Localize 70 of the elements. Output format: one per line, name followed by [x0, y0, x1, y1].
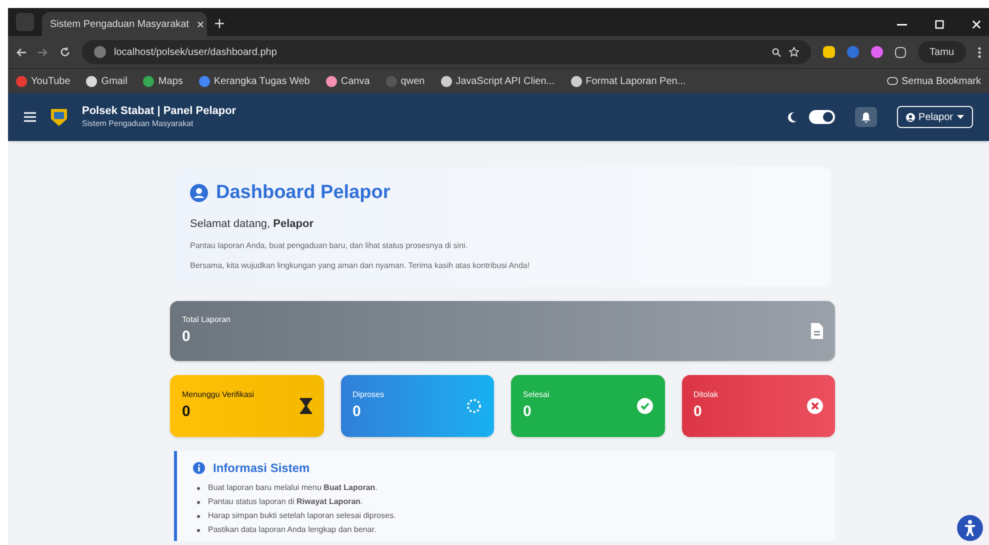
app-subtitle: Sistem Pengaduan Masyarakat	[82, 118, 194, 129]
card-label: Selesai	[523, 388, 550, 401]
bell-icon	[860, 112, 871, 122]
caret-icon	[957, 115, 964, 119]
info-item: Pastikan data laporan Anda lengkap dan benar.	[208, 524, 376, 536]
notification-button[interactable]	[854, 107, 877, 127]
minimize-icon[interactable]	[897, 24, 907, 26]
extensions-icon[interactable]	[894, 46, 906, 58]
greeting-text: Selamat datang, Pelapor	[190, 216, 315, 232]
card-label: Ditolak	[694, 388, 719, 401]
welcome-text: Bersama, kita wujudkan lingkungan yang aman dan nyaman. Terima kasih atas kontribusi Anda!	[190, 260, 531, 272]
bullet-icon	[197, 487, 200, 490]
reload-icon[interactable]	[60, 47, 70, 57]
info-item: Harap simpan bukti setelah laporan selesai diproses.	[208, 510, 396, 522]
bullet-icon	[197, 515, 200, 518]
extension-icon[interactable]	[822, 46, 835, 58]
bookmark-link[interactable]: Format Laporan Pen...	[570, 74, 686, 88]
bookmark-link[interactable]: Canva	[326, 74, 370, 88]
info-item: Pantau status laporan di Riwayat Laporan.	[208, 496, 363, 508]
close-icon[interactable]	[196, 20, 204, 28]
card-value: 0	[694, 402, 703, 422]
dashboard-title: Dashboard Pelapor	[216, 181, 390, 205]
site-info-icon[interactable]	[94, 46, 106, 58]
star-icon[interactable]	[788, 47, 799, 57]
all-bookmarks-link[interactable]: Semua Bookmark	[886, 74, 981, 88]
card-value: 0	[182, 326, 192, 347]
restore-icon[interactable]	[935, 20, 944, 29]
profile-button[interactable]: Tamu	[918, 41, 966, 63]
info-title: Informasi Sistem	[213, 460, 310, 477]
card-value: 0	[182, 402, 192, 422]
close-window-icon[interactable]	[972, 20, 981, 29]
bookmark-link[interactable]: qwen	[386, 74, 425, 88]
forward-icon[interactable]	[38, 48, 48, 56]
bookmark-link[interactable]: Maps	[143, 74, 183, 88]
card-label: Menunggu Verifikasi	[182, 388, 256, 401]
card-label: Total Laporan	[182, 314, 232, 326]
browser-tab[interactable]: Sistem Pengaduan Masyarakat	[42, 12, 207, 36]
moon-icon	[786, 112, 797, 122]
close-circle-icon	[807, 398, 823, 414]
hourglass-icon	[300, 398, 312, 414]
info-icon	[193, 462, 205, 474]
info-item: Buat laporan baru melalui menu Buat Laporan.	[208, 482, 378, 494]
bookmark-link[interactable]: JavaScript API Clien...	[440, 74, 555, 88]
check-circle-icon	[636, 398, 652, 414]
bullet-icon	[197, 501, 200, 504]
menu-icon[interactable]	[24, 112, 36, 122]
badge-logo-icon	[48, 106, 70, 128]
dark-mode-toggle[interactable]	[808, 110, 835, 124]
user-circle-icon	[190, 184, 208, 202]
card-value: 0	[352, 402, 362, 422]
user-icon	[906, 112, 915, 122]
tab-title: Sistem Pengaduan Masyarakat	[50, 18, 189, 32]
card-value: 0	[523, 402, 532, 422]
search-icon[interactable]	[772, 48, 781, 56]
card-label: Diproses	[352, 388, 386, 401]
extension-icon[interactable]	[870, 46, 883, 58]
more-icon[interactable]	[978, 46, 981, 58]
new-tab-icon[interactable]	[215, 19, 224, 28]
bookmark-link[interactable]: Gmail	[86, 74, 128, 88]
document-icon	[811, 323, 823, 339]
welcome-text: Pantau laporan Anda, buat pengaduan baru, dan lihat status prosesnya di sini.	[190, 240, 469, 252]
back-icon[interactable]	[16, 48, 26, 56]
accessibility-icon[interactable]	[957, 515, 983, 541]
app-title: Polsek Stabat | Panel Pelapor	[82, 105, 236, 119]
address-bar[interactable]: localhost/polsek/user/dashboard.php	[82, 40, 811, 64]
spinner-icon	[466, 398, 482, 414]
bookmark-link[interactable]: Kerangka Tugas Web	[198, 74, 310, 88]
bullet-icon	[197, 529, 200, 532]
user-menu-button[interactable]: Pelapor	[896, 106, 973, 128]
bookmark-link[interactable]: YouTube	[16, 74, 70, 88]
